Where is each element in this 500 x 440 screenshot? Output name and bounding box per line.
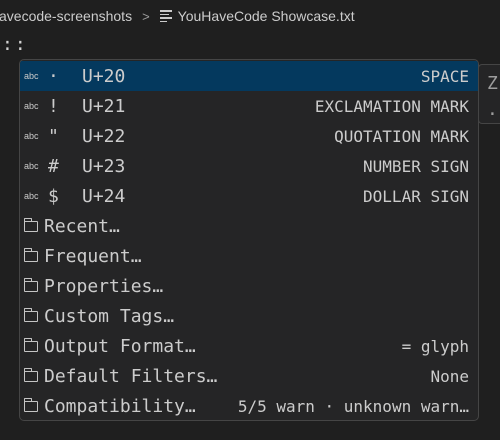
folder-label: Properties… bbox=[44, 275, 164, 297]
folder-label: Compatibility… bbox=[44, 395, 196, 417]
suggestion-glyph: # bbox=[48, 155, 59, 177]
suggestion-name: NUMBER SIGN bbox=[363, 156, 469, 176]
suggestion-name: DOLLAR SIGN bbox=[363, 186, 469, 206]
suggestion-code: U+22 bbox=[82, 125, 126, 147]
suggestion-item[interactable]: abc " U+22 QUOTATION MARK bbox=[20, 121, 478, 151]
folder-label: Default Filters… bbox=[44, 365, 218, 387]
folder-icon bbox=[23, 397, 38, 412]
folder-label: Custom Tags… bbox=[44, 305, 175, 327]
breadcrumb-separator-icon: > bbox=[142, 8, 150, 24]
folder-detail: 5/5 warn · unknown warn… bbox=[237, 396, 469, 416]
folder-detail: = glyph bbox=[401, 336, 469, 356]
suggestion-folder-item[interactable]: Output Format… = glyph bbox=[20, 331, 478, 361]
folder-icon bbox=[23, 367, 38, 382]
suggestion-folder-item[interactable]: Properties… bbox=[20, 271, 478, 301]
suggestion-folder-item[interactable]: Default Filters… None bbox=[20, 361, 478, 391]
suggestion-glyph: " bbox=[48, 125, 59, 147]
suggestion-glyph: ! bbox=[48, 95, 59, 117]
folder-icon bbox=[23, 217, 38, 232]
suggestion-glyph: · bbox=[48, 65, 59, 87]
suggestion-item[interactable]: abc # U+23 NUMBER SIGN bbox=[20, 151, 478, 181]
peek-line-2: . bbox=[487, 99, 498, 120]
suggestion-code: U+20 bbox=[82, 65, 126, 87]
hover-peek: Z . bbox=[478, 64, 500, 124]
text-kind-icon: abc bbox=[24, 101, 39, 111]
suggestion-folder-item[interactable]: Compatibility… 5/5 warn · unknown warn… bbox=[20, 391, 478, 420]
suggestion-folder-item[interactable]: Frequent… bbox=[20, 241, 478, 271]
suggestion-name: EXCLAMATION MARK bbox=[314, 96, 469, 116]
folder-icon bbox=[23, 277, 38, 292]
text-kind-icon: abc bbox=[24, 131, 39, 141]
suggestion-item[interactable]: abc ! U+21 EXCLAMATION MARK bbox=[20, 91, 478, 121]
file-lines-icon bbox=[159, 8, 172, 24]
suggestion-glyph: $ bbox=[48, 185, 59, 207]
suggestion-code: U+24 bbox=[82, 185, 126, 207]
peek-line-1: Z bbox=[487, 73, 498, 94]
folder-icon bbox=[23, 337, 38, 352]
folder-label: Recent… bbox=[44, 215, 120, 237]
breadcrumb: avecode-screenshots > YouHaveCode Showca… bbox=[0, 0, 500, 32]
folder-label: Frequent… bbox=[44, 245, 142, 267]
suggestion-folder-item[interactable]: Recent… bbox=[20, 211, 478, 241]
breadcrumb-file[interactable]: YouHaveCode Showcase.txt bbox=[178, 8, 355, 24]
breadcrumb-folder[interactable]: avecode-screenshots bbox=[0, 8, 132, 24]
suggestion-item[interactable]: abc · U+20 SPACE bbox=[20, 61, 478, 91]
suggestion-code: U+21 bbox=[82, 95, 126, 117]
suggestion-name: QUOTATION MARK bbox=[334, 126, 469, 146]
folder-label: Output Format… bbox=[44, 335, 196, 357]
suggestion-item[interactable]: abc $ U+24 DOLLAR SIGN bbox=[20, 181, 478, 211]
suggestion-code: U+23 bbox=[82, 155, 126, 177]
folder-icon bbox=[23, 247, 38, 262]
text-kind-icon: abc bbox=[24, 191, 39, 201]
suggestion-folder-item[interactable]: Custom Tags… bbox=[20, 301, 478, 331]
editor-line-text[interactable]: :: bbox=[2, 34, 28, 55]
suggestion-widget: abc · U+20 SPACE abc ! U+21 EXCLAMATION … bbox=[19, 59, 479, 421]
text-kind-icon: abc bbox=[24, 161, 39, 171]
folder-icon bbox=[23, 307, 38, 322]
suggestion-name: SPACE bbox=[420, 66, 469, 86]
text-kind-icon: abc bbox=[24, 71, 39, 81]
folder-detail: None bbox=[430, 366, 469, 386]
